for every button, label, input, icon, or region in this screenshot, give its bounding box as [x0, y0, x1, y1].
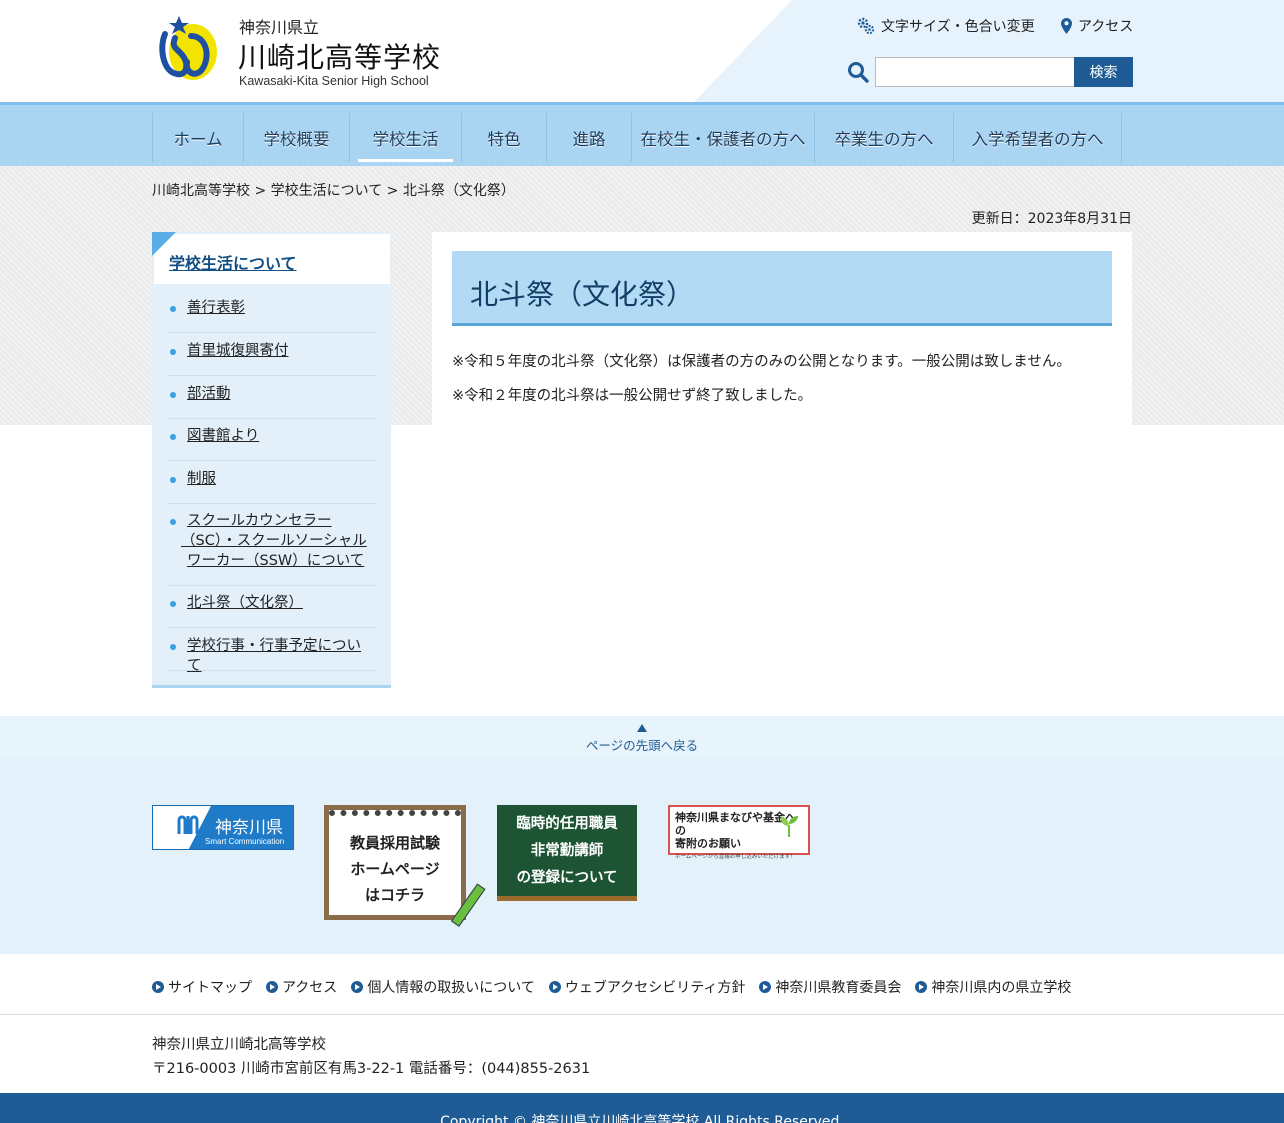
- side-nav-item-label: スクールカウンセラー: [187, 513, 332, 529]
- nav-item-applicants[interactable]: 入学希望者の方へ: [954, 113, 1122, 162]
- chevron-right-icon: [152, 981, 164, 993]
- side-nav-item-good-conduct[interactable]: 善行表彰: [168, 298, 375, 333]
- side-nav-item-uniform[interactable]: 制服: [168, 469, 375, 504]
- kanagawa-banner-name: 神奈川県: [215, 818, 283, 838]
- nav-item-about[interactable]: 学校概要: [244, 113, 350, 162]
- footer-link-label: サイトマップ: [168, 980, 252, 996]
- side-nav-item-label: 制服: [187, 471, 216, 487]
- temporary-staff-line: 臨時的任用職員: [516, 816, 618, 832]
- banner-area: 神奈川県 Smart Communication 教員採用試験 ホームページ は…: [0, 758, 1284, 954]
- breadcrumb[interactable]: 川崎北高等学校 > 学校生活について > 北斗祭（文化祭）: [152, 180, 515, 200]
- search-input[interactable]: [875, 57, 1075, 87]
- chevron-right-icon: [351, 981, 364, 993]
- teacher-exam-line: はコチラ: [364, 886, 425, 904]
- page-title: 北斗祭（文化祭）: [452, 251, 1112, 326]
- school-name-english: Kawasaki-Kita Senior High School: [239, 74, 429, 88]
- side-nav-item-label: ワーカー（SSW）について: [187, 553, 365, 569]
- manabiya-fund-banner[interactable]: 神奈川県まなびや基金への 寄附のお願い ホームページから直接お申し込みいただけま…: [668, 805, 810, 860]
- map-pin-icon: [1061, 18, 1072, 34]
- side-nav-item-label: 首里城復興寄付: [187, 343, 289, 359]
- side-nav: 学校生活について 善行表彰 首里城復興寄付 部活動 図書館より 制服 スクールカ…: [152, 232, 391, 688]
- search-icon[interactable]: [847, 61, 869, 83]
- side-nav-item-label: （SC）・スクールソーシャル: [181, 533, 367, 549]
- footer-link-sitemap[interactable]: サイトマップ: [152, 977, 252, 997]
- font-color-settings-label: 文字サイズ・色合い変更: [881, 19, 1035, 35]
- side-nav-item-clubs[interactable]: 部活動: [168, 384, 375, 419]
- side-nav-title-label: 学校生活について: [169, 254, 297, 273]
- footer-link-label: ウェブアクセシビリティ方針: [564, 980, 746, 996]
- fund-line-small: ホームページから直接お申し込みいただけます！: [675, 854, 796, 860]
- side-nav-item-events[interactable]: 学校行事・行事予定について: [168, 636, 375, 674]
- school-name[interactable]: 川崎北高等学校: [238, 36, 441, 76]
- notebook-paper: 教員採用試験 ホームページ はコチラ: [329, 810, 461, 915]
- side-nav-item-library[interactable]: 図書館より: [168, 426, 375, 461]
- notice-paragraph: ※令和２年度の北斗祭は一般公開せず終了致しました。: [452, 388, 813, 404]
- footer-link-access[interactable]: アクセス: [266, 977, 337, 997]
- nav-item-school-life[interactable]: 学校生活: [350, 113, 462, 162]
- chevron-right-icon: [548, 981, 561, 993]
- temporary-staff-banner[interactable]: 臨時的任用職員 非常勤講師 の登録について: [497, 805, 637, 901]
- nav-item-students-parents[interactable]: 在校生・保護者の方へ: [632, 113, 815, 162]
- footer-link-board-of-education[interactable]: 神奈川県教育委員会: [759, 977, 901, 997]
- side-nav-item-festival[interactable]: 北斗祭（文化祭）: [168, 593, 375, 628]
- footer-links: サイトマップ アクセス 個人情報の取扱いについて ウェブアクセシビリティ方針 神…: [0, 954, 1284, 1015]
- footer-address: 〒216-0003 川崎市宮前区有馬3-22-1 電話番号：(044)855-2…: [152, 1061, 591, 1077]
- side-nav-item-shurijo[interactable]: 首里城復興寄付: [168, 341, 375, 376]
- side-nav-item-counselor[interactable]: スクールカウンセラー （SC）・スクールソーシャル ワーカー（SSW）について: [168, 511, 375, 586]
- footer-link-accessibility[interactable]: ウェブアクセシビリティ方針: [548, 977, 746, 997]
- footer-link-label: 神奈川県教育委員会: [775, 980, 902, 996]
- back-to-top-button[interactable]: ページの先頭へ戻る: [0, 716, 1284, 758]
- prefecture-label: 神奈川県立: [239, 18, 320, 37]
- access-label: アクセス: [1078, 19, 1134, 35]
- nav-item-career[interactable]: 進路: [547, 113, 632, 162]
- footer-link-label: 個人情報の取扱いについて: [367, 980, 535, 996]
- nav-item-features[interactable]: 特色: [462, 113, 547, 162]
- site-header: 神奈川県立 川崎北高等学校 Kawasaki-Kita Senior High …: [0, 0, 1284, 102]
- side-nav-item-label: 善行表彰: [187, 300, 245, 316]
- font-color-settings-link[interactable]: 文字サイズ・色合い変更: [857, 16, 1035, 36]
- teacher-exam-line: ホームページ: [350, 860, 440, 878]
- notice-paragraph: ※令和５年度の北斗祭（文化祭）は保護者の方のみの公開となります。一般公開は致しま…: [452, 354, 1071, 370]
- kanagawa-banner-sub: Smart Communication: [205, 837, 285, 846]
- temporary-staff-line: の登録について: [516, 870, 618, 886]
- nav-item-home[interactable]: ホーム: [153, 113, 244, 162]
- main-content: 北斗祭（文化祭） ※令和５年度の北斗祭（文化祭）は保護者の方のみの公開となります…: [432, 232, 1132, 425]
- kanagawa-emblem-icon: [177, 815, 199, 834]
- global-nav: ホーム 学校概要 学校生活 特色 進路 在校生・保護者の方へ 卒業生の方へ 入学…: [0, 102, 1284, 166]
- side-nav-item-label: 北斗祭（文化祭）: [187, 595, 303, 611]
- footer-link-label: アクセス: [282, 980, 338, 996]
- page-title-text: 北斗祭（文化祭）: [470, 278, 695, 311]
- gear-icon: [857, 17, 875, 35]
- search-button[interactable]: 検索: [1074, 57, 1133, 87]
- side-nav-title[interactable]: 学校生活について: [152, 232, 390, 284]
- footer-link-label: 神奈川県内の県立学校: [931, 980, 1072, 996]
- copyright: Copyright © 神奈川県立川崎北高等学校 All Rights Rese…: [0, 1093, 1284, 1123]
- footer-link-prefectural-schools[interactable]: 神奈川県内の県立学校: [915, 977, 1071, 997]
- arrow-up-icon: [637, 724, 647, 732]
- side-nav-item-label: 図書館より: [187, 428, 260, 444]
- side-nav-item-label: 学校行事・行事予定について: [187, 638, 361, 674]
- access-link[interactable]: アクセス: [1061, 16, 1133, 36]
- footer-school-name: 神奈川県立川崎北高等学校: [152, 1037, 326, 1053]
- chevron-right-icon: [759, 981, 772, 993]
- side-nav-item-label: 部活動: [187, 386, 231, 402]
- nav-item-graduates[interactable]: 卒業生の方へ: [815, 113, 954, 162]
- footer-link-privacy[interactable]: 個人情報の取扱いについて: [351, 977, 535, 997]
- temporary-staff-line: 非常勤講師: [530, 843, 604, 859]
- chevron-right-icon: [266, 981, 278, 993]
- teacher-exam-line: 教員採用試験: [349, 834, 440, 852]
- chevron-right-icon: [915, 981, 928, 993]
- updated-date: 更新日：2023年8月31日: [971, 211, 1132, 227]
- school-logo-icon[interactable]: [153, 14, 221, 82]
- back-to-top-label: ページの先頭へ戻る: [585, 738, 699, 753]
- teacher-exam-banner[interactable]: 教員採用試験 ホームページ はコチラ: [324, 805, 486, 927]
- kanagawa-banner[interactable]: 神奈川県 Smart Communication: [152, 805, 294, 850]
- fund-line: 寄附のお願い: [675, 837, 741, 850]
- sprout-icon: [780, 816, 798, 837]
